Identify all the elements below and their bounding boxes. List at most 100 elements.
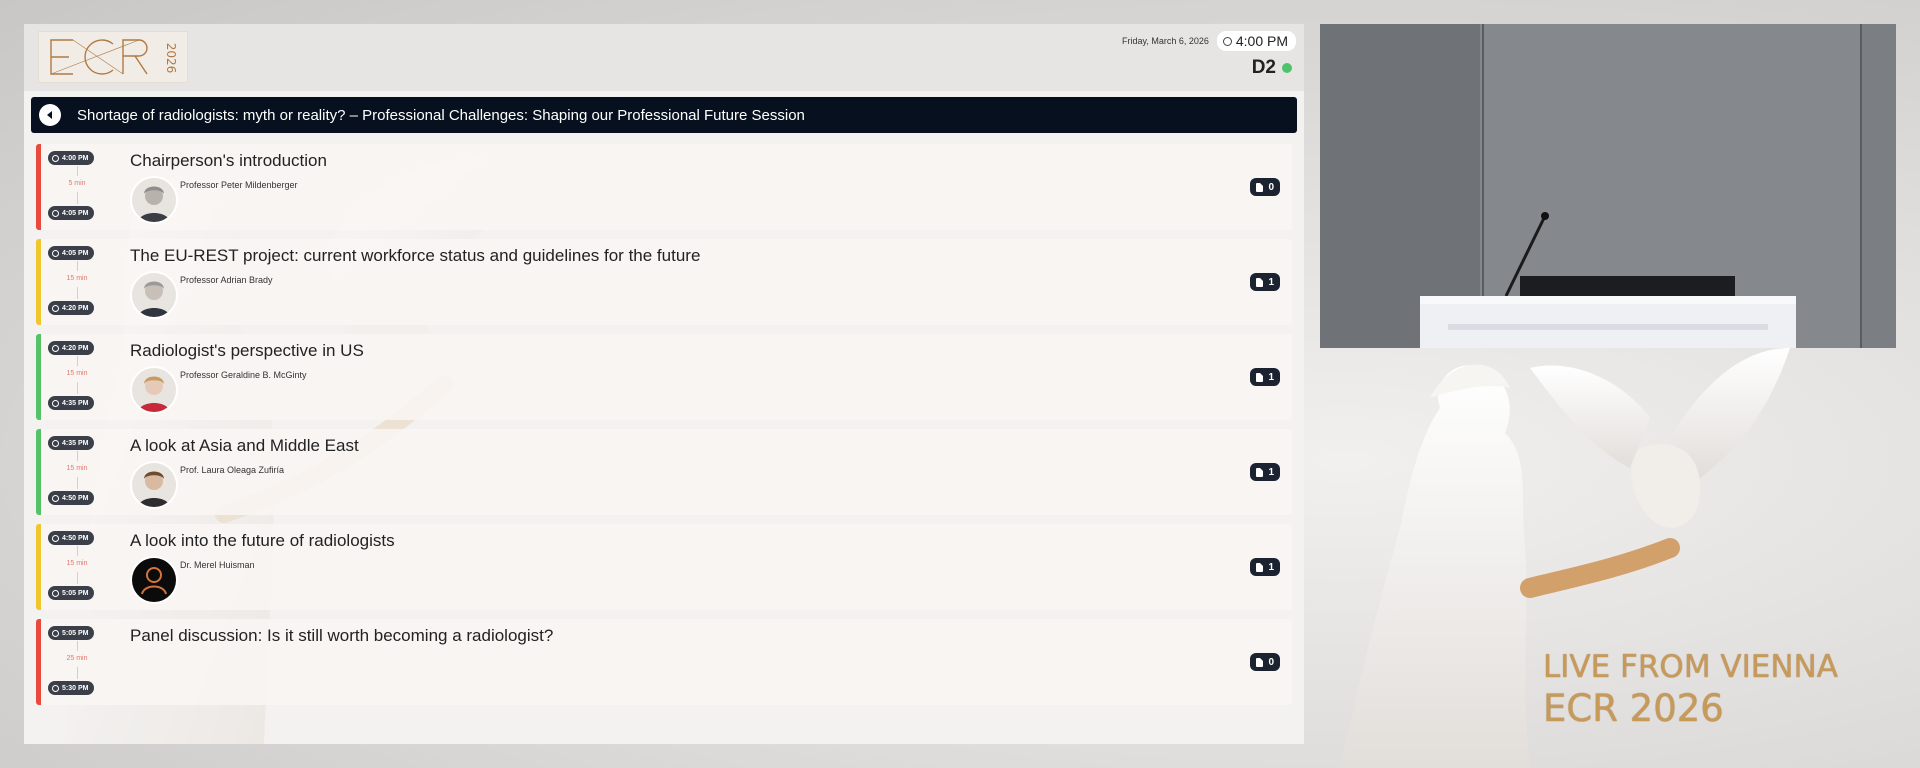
start-time-badge-text: 4:20 PM xyxy=(62,344,89,352)
clock-icon xyxy=(52,439,59,447)
clock-icon xyxy=(52,534,59,542)
current-time: 4:00 PM xyxy=(1235,33,1288,49)
documents-count: 1 xyxy=(1268,561,1274,573)
clock-icon xyxy=(52,249,59,257)
timeline-connector xyxy=(77,546,78,556)
end-time-badge-text: 5:05 PM xyxy=(62,589,89,597)
talk-status-bar xyxy=(36,524,41,610)
timeline-connector xyxy=(77,667,78,679)
ecr-logo: 2026 xyxy=(38,31,188,83)
documents-count-badge[interactable]: 1 xyxy=(1250,368,1280,386)
timeline-connector xyxy=(77,477,78,489)
timeline-connector xyxy=(77,382,78,394)
duration-label: 5 min xyxy=(68,180,86,187)
speaker-photo xyxy=(132,463,176,507)
documents-count-badge[interactable]: 1 xyxy=(1250,558,1280,576)
talk-title[interactable]: Radiologist's perspective in US xyxy=(130,341,364,361)
duration-label: 15 min xyxy=(66,370,88,377)
speaker-name[interactable]: Professor Peter Mildenberger xyxy=(180,180,298,190)
start-time-badge: 5:05 PM xyxy=(48,626,95,640)
duration-label: 25 min xyxy=(66,655,88,662)
start-time-badge-text: 4:50 PM xyxy=(62,534,89,542)
start-time-badge-text: 4:35 PM xyxy=(62,439,89,447)
speaker-name[interactable]: Professor Geraldine B. McGinty xyxy=(180,370,307,380)
timeline-connector xyxy=(77,356,78,366)
speaker-photo xyxy=(132,273,176,317)
talk-card[interactable]: 4:20 PM 15 min 4:35 PM Radiologist's perspe… xyxy=(36,334,1292,420)
user-placeholder-icon xyxy=(132,558,176,602)
end-time-badge: 5:30 PM xyxy=(48,681,95,695)
end-time-badge-text: 4:35 PM xyxy=(62,399,89,407)
talk-card[interactable]: 4:00 PM 5 min 4:05 PM Chairperson's introdu… xyxy=(36,144,1292,230)
svg-text:2026: 2026 xyxy=(164,43,178,74)
talk-status-bar xyxy=(36,334,41,420)
clock-icon xyxy=(52,629,59,637)
end-time-badge: 5:05 PM xyxy=(48,586,95,600)
room-label: D2 xyxy=(1251,57,1276,78)
speaker-name[interactable]: Professor Adrian Brady xyxy=(180,275,273,285)
document-icon xyxy=(1256,467,1264,477)
speaker-avatar xyxy=(132,273,176,317)
end-time-badge: 4:35 PM xyxy=(48,396,95,410)
talk-title[interactable]: Panel discussion: Is it still worth beco… xyxy=(130,626,553,646)
timeline-connector xyxy=(77,166,78,176)
speaker-name[interactable]: Dr. Merel Huisman xyxy=(180,560,255,570)
timeline-connector xyxy=(77,572,78,584)
documents-count: 1 xyxy=(1268,276,1274,288)
clock-icon xyxy=(52,684,59,692)
document-icon xyxy=(1256,372,1264,382)
current-time-pill: 4:00 PM xyxy=(1216,31,1296,51)
talk-card[interactable]: 4:50 PM 15 min 5:05 PM A look into the futu… xyxy=(36,524,1292,610)
clock-icon xyxy=(52,154,59,162)
start-time-badge: 4:50 PM xyxy=(48,531,95,545)
start-time-badge: 4:05 PM xyxy=(48,246,95,260)
live-status-dot xyxy=(1282,63,1292,73)
talk-title[interactable]: Chairperson's introduction xyxy=(130,151,327,171)
clock-icon xyxy=(52,494,59,502)
documents-count-badge[interactable]: 1 xyxy=(1250,273,1280,291)
speaker-avatar xyxy=(132,558,176,602)
talk-card[interactable]: 4:35 PM 15 min 4:50 PM A look at Asia and M… xyxy=(36,429,1292,515)
documents-count: 0 xyxy=(1268,181,1274,193)
documents-count: 1 xyxy=(1268,371,1274,383)
current-date: Friday, March 6, 2026 xyxy=(1121,36,1209,46)
documents-count-badge[interactable]: 0 xyxy=(1250,653,1280,671)
clock-icon xyxy=(52,344,59,352)
document-icon xyxy=(1256,277,1264,287)
talk-card[interactable]: 5:05 PM 25 min 5:30 PM Panel discussion: Is… xyxy=(36,619,1292,705)
end-time-badge: 4:05 PM xyxy=(48,206,95,220)
talk-status-bar xyxy=(36,239,41,325)
end-time-badge-text: 4:20 PM xyxy=(62,304,89,312)
back-button[interactable] xyxy=(39,104,61,126)
talk-title[interactable]: A look into the future of radiologists xyxy=(130,531,395,551)
clock-icon xyxy=(52,399,59,407)
talk-card[interactable]: 4:05 PM 15 min 4:20 PM The EU-REST project:… xyxy=(36,239,1292,325)
clock-icon xyxy=(52,304,59,312)
document-icon xyxy=(1256,182,1264,192)
start-time-badge: 4:00 PM xyxy=(48,151,95,165)
timeline-connector xyxy=(77,451,78,461)
talk-status-bar xyxy=(36,619,41,705)
date-time-row: Friday, March 6, 2026 4:00 PM xyxy=(1122,31,1296,51)
end-time-badge-text: 4:50 PM xyxy=(62,494,89,502)
start-time-badge: 4:35 PM xyxy=(48,436,95,450)
talk-title[interactable]: The EU-REST project: current workforce s… xyxy=(130,246,700,266)
speaker-photo xyxy=(132,178,176,222)
speaker-avatar xyxy=(132,368,176,412)
ecr-2026-overlay-text: ECR 2026 xyxy=(1543,687,1724,730)
document-icon xyxy=(1256,657,1264,667)
speaker-name[interactable]: Prof. Laura Oleaga Zufiría xyxy=(180,465,284,475)
end-time-badge: 4:20 PM xyxy=(48,301,95,315)
panel-header: 2026 Friday, March 6, 2026 4:00 PM D2 xyxy=(24,24,1304,91)
duration-label: 15 min xyxy=(66,560,88,567)
start-time-badge-text: 4:05 PM xyxy=(62,249,89,257)
speaker-photo xyxy=(132,368,176,412)
session-title: Shortage of radiologists: myth or realit… xyxy=(77,106,805,124)
live-from-vienna-text: LIVE FROM VIENNA xyxy=(1543,649,1838,685)
duration-label: 15 min xyxy=(66,465,88,472)
talk-title[interactable]: A look at Asia and Middle East xyxy=(130,436,359,456)
start-time-badge: 4:20 PM xyxy=(48,341,95,355)
documents-count-badge[interactable]: 1 xyxy=(1250,463,1280,481)
timeline-connector xyxy=(77,192,78,204)
documents-count-badge[interactable]: 0 xyxy=(1250,178,1280,196)
